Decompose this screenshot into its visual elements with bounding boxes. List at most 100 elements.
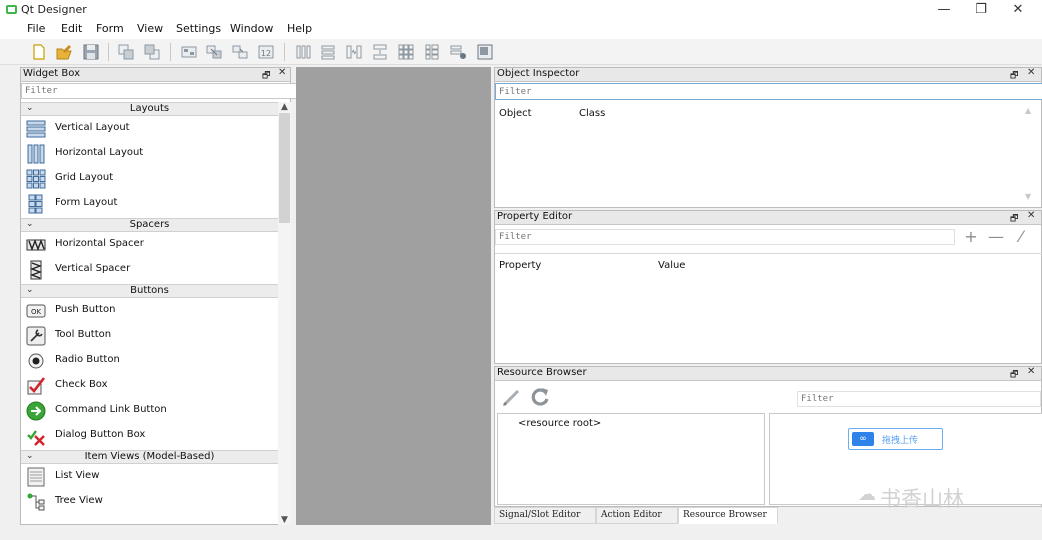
widget-box-scrollbar[interactable]: ▲ ▼ (278, 102, 291, 526)
dialog-button-box-icon (26, 426, 46, 446)
lay-out-grid-icon[interactable] (397, 43, 415, 61)
widget-item-label: Vertical Layout (55, 122, 130, 133)
widget-item-dialog-button-box[interactable]: Dialog Button Box (21, 424, 278, 449)
tab-resource-browser[interactable]: Resource Browser (678, 507, 778, 524)
form-layout-icon (26, 194, 46, 214)
open-form-icon[interactable] (55, 43, 73, 61)
cloud-link-icon: ∞ (852, 432, 874, 446)
object-inspector-filter-input[interactable] (495, 83, 1042, 100)
widget-item-check-box[interactable]: Check Box (21, 374, 278, 399)
new-form-icon[interactable] (30, 43, 48, 61)
lay-out-form-icon[interactable] (423, 43, 441, 61)
widget-item-tree-view[interactable]: Tree View (21, 490, 278, 515)
widget-item-vertical-layout[interactable]: Vertical Layout (21, 117, 278, 142)
widget-box-title: Widget Box (23, 68, 80, 79)
category-layouts[interactable]: ⌄ Layouts (21, 102, 278, 116)
toolbar-separator (170, 43, 171, 61)
drag-upload-button[interactable]: ∞ 拖拽上传 (848, 428, 943, 450)
float-dock-icon[interactable]: 🗗 (1010, 367, 1018, 383)
form-editor-area[interactable] (296, 67, 491, 525)
float-dock-icon[interactable]: 🗗 (1010, 211, 1018, 227)
widget-item-label: Command Link Button (55, 404, 167, 415)
remove-dynamic-property-icon[interactable]: — (985, 228, 1007, 246)
menu-help[interactable]: Help (287, 22, 312, 35)
widget-box-filter-input[interactable] (21, 83, 297, 99)
widget-item-label: List View (55, 470, 100, 481)
widget-item-horizontal-layout[interactable]: Horizontal Layout (21, 142, 278, 167)
close-window-button[interactable]: ✕ (1003, 2, 1033, 18)
menu-form[interactable]: Form (96, 22, 124, 35)
widget-item-command-link-button[interactable]: Command Link Button (21, 399, 278, 424)
command-link-button-icon (26, 401, 46, 421)
drag-upload-label: 拖拽上传 (882, 436, 919, 446)
category-spacers[interactable]: ⌄ Spacers (21, 218, 278, 232)
widget-item-grid-layout[interactable]: Grid Layout (21, 167, 278, 192)
resource-browser-title-bar: Resource Browser 🗗 ✕ (495, 366, 1041, 383)
edit-buddies-icon[interactable] (231, 43, 249, 61)
column-header-value[interactable]: Value (658, 260, 685, 271)
tab-signal-slot-editor[interactable]: Signal/Slot Editor (494, 507, 596, 524)
scroll-down-arrow-icon[interactable]: ▼ (1025, 192, 1031, 201)
menu-edit[interactable]: Edit (61, 22, 82, 35)
break-layout-icon[interactable] (449, 43, 467, 61)
column-header-class[interactable]: Class (579, 108, 605, 119)
close-dock-icon[interactable]: ✕ (278, 67, 286, 78)
edit-resources-icon[interactable] (499, 385, 525, 409)
edit-signals-slots-icon[interactable] (205, 43, 223, 61)
column-header-object[interactable]: Object (499, 108, 532, 119)
bottom-tab-bar: Signal/Slot Editor Action Editor Resourc… (494, 507, 779, 524)
object-inspector-title: Object Inspector (497, 68, 580, 79)
minimize-button[interactable]: — (929, 2, 959, 18)
widget-item-list-view[interactable]: List View (21, 465, 278, 490)
adjust-size-icon[interactable] (476, 43, 494, 61)
widget-item-form-layout[interactable]: Form Layout (21, 192, 278, 217)
configure-icon[interactable]: ⁄ (1010, 228, 1032, 246)
column-header-property[interactable]: Property (499, 260, 541, 271)
add-dynamic-property-icon[interactable]: + (960, 228, 982, 246)
tab-action-editor[interactable]: Action Editor (596, 507, 678, 524)
scrollbar-thumb[interactable] (279, 113, 290, 223)
widget-item-radio-button[interactable]: Radio Button (21, 349, 278, 374)
menu-bar: File Edit Form View Settings Window Help (0, 21, 1042, 39)
widget-item-push-button[interactable]: OK Push Button (21, 299, 278, 324)
edit-tab-order-icon[interactable]: 12 (257, 43, 275, 61)
edit-widgets-icon[interactable] (180, 43, 198, 61)
close-dock-icon[interactable]: ✕ (1027, 366, 1035, 377)
tool-button-icon (26, 326, 46, 346)
property-editor-filter-input[interactable] (495, 229, 955, 245)
save-form-icon[interactable] (82, 43, 100, 61)
widget-item-label: Grid Layout (55, 172, 114, 183)
maximize-button[interactable]: ❐ (966, 2, 996, 18)
grid-layout-icon (26, 169, 46, 189)
menu-file[interactable]: File (27, 22, 45, 35)
lay-out-vertically-splitter-icon[interactable] (371, 43, 389, 61)
scroll-up-arrow-icon[interactable]: ▲ (1025, 106, 1031, 115)
widget-item-horizontal-spacer[interactable]: Horizontal Spacer (21, 233, 278, 258)
bring-to-front-icon[interactable] (143, 43, 161, 61)
send-to-back-icon[interactable] (117, 43, 135, 61)
lay-out-horizontally-splitter-icon[interactable] (345, 43, 363, 61)
lay-out-horizontally-icon[interactable] (294, 43, 312, 61)
object-inspector-title-bar: Object Inspector 🗗 ✕ (495, 67, 1041, 84)
category-buttons[interactable]: ⌄ Buttons (21, 284, 278, 298)
widget-item-tool-button[interactable]: Tool Button (21, 324, 278, 349)
float-dock-icon[interactable]: 🗗 (262, 68, 270, 84)
toolbar-separator (108, 43, 109, 61)
reload-icon[interactable] (527, 385, 553, 409)
toolbar-separator (284, 43, 285, 61)
float-dock-icon[interactable]: 🗗 (1010, 68, 1018, 84)
widget-item-label: Horizontal Spacer (55, 238, 144, 249)
close-dock-icon[interactable]: ✕ (1027, 67, 1035, 78)
scroll-up-arrow-icon[interactable]: ▲ (278, 102, 291, 113)
close-dock-icon[interactable]: ✕ (1027, 210, 1035, 221)
resource-browser-filter-input[interactable] (797, 391, 1041, 407)
lay-out-vertically-icon[interactable] (319, 43, 337, 61)
property-editor-title: Property Editor (497, 211, 573, 222)
menu-view[interactable]: View (137, 22, 163, 35)
widget-item-vertical-spacer[interactable]: Vertical Spacer (21, 258, 278, 283)
menu-window[interactable]: Window (230, 22, 273, 35)
menu-settings[interactable]: Settings (176, 22, 221, 35)
category-item-views-model-based[interactable]: ⌄ Item Views (Model-Based) (21, 450, 278, 464)
resource-tree[interactable]: <resource root> (497, 413, 765, 505)
resource-root-item[interactable]: <resource root> (518, 418, 601, 429)
